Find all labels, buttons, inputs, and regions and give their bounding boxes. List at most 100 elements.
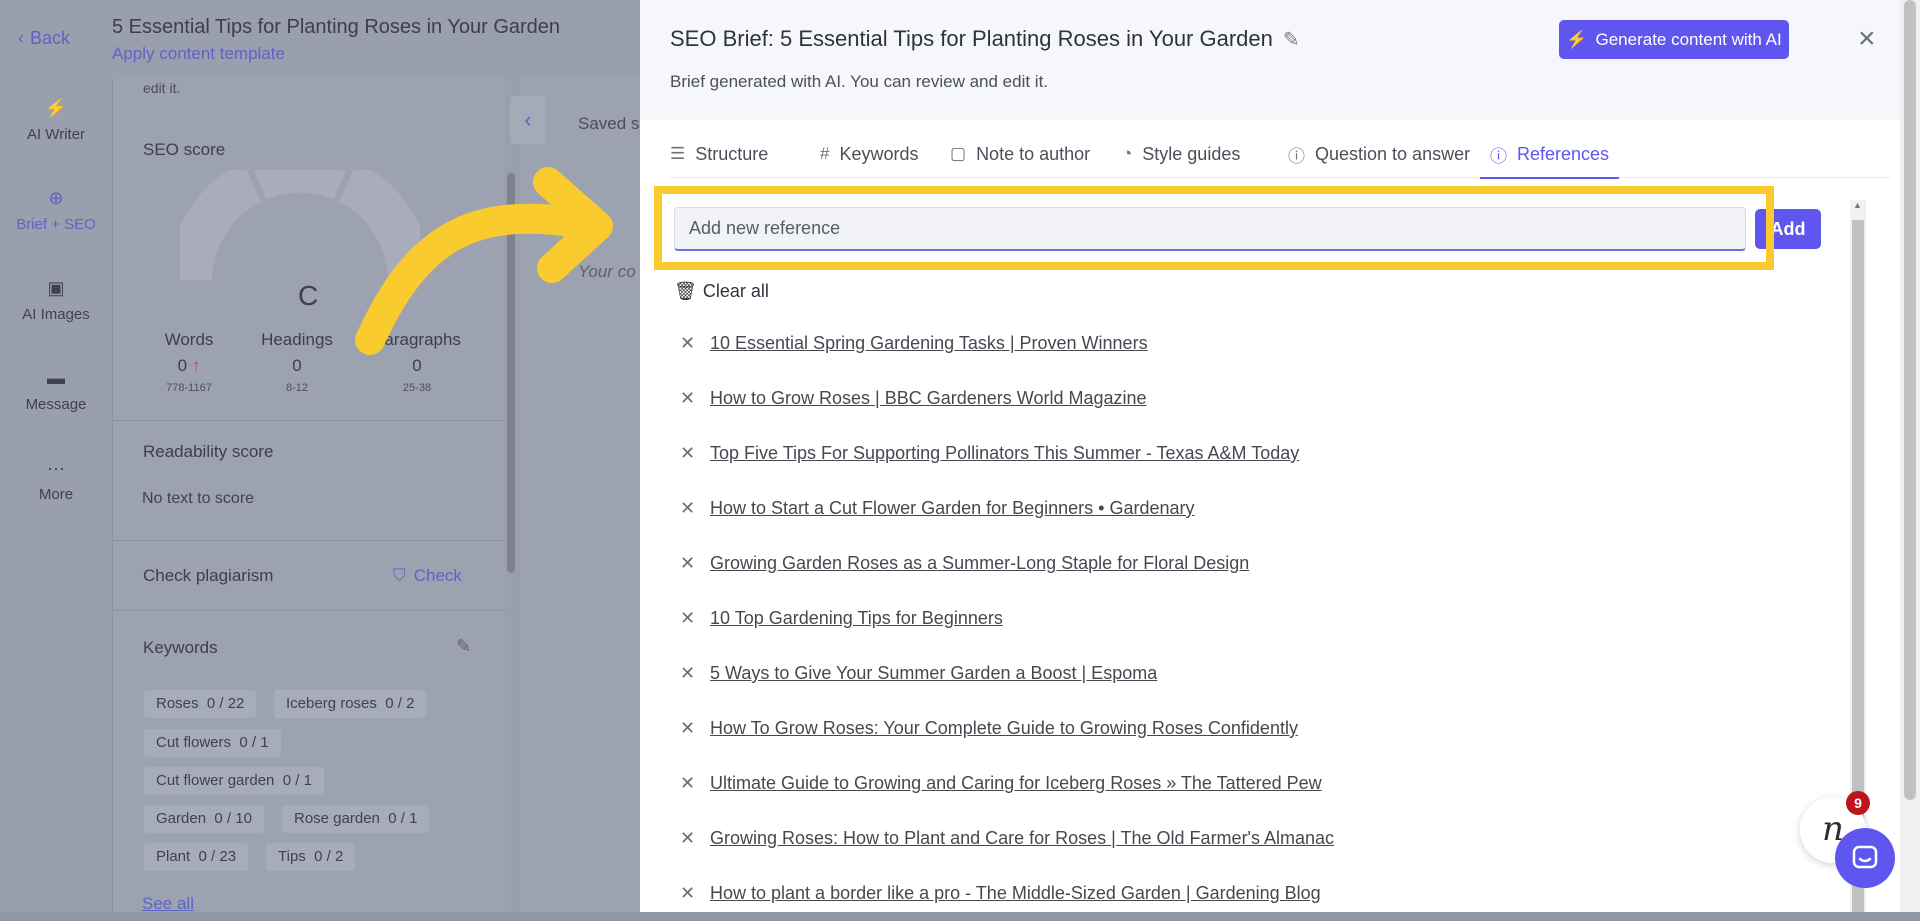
keyword-chip: Plant 0 / 23 (144, 843, 249, 871)
close-icon[interactable]: × (1858, 24, 1876, 54)
check-label: Check (413, 566, 462, 585)
tab-keywords[interactable]: # Keywords (820, 130, 919, 178)
rail-item-ai-images[interactable]: ▣ AI Images (0, 278, 112, 323)
stat-label: Words (164, 330, 214, 349)
keyword-chip: Tips 0 / 2 (266, 843, 356, 871)
scroll-thumb[interactable] (507, 173, 515, 573)
clear-all-button[interactable]: 🗑 Clear all (674, 281, 769, 302)
saved-status: Saved s (578, 114, 640, 133)
more-icon: ··· (47, 458, 65, 478)
remove-icon[interactable]: ✕ (680, 608, 695, 629)
list-item: ✕ 10 Essential Spring Gardening Tasks | P… (680, 316, 1780, 371)
see-all-link[interactable]: See all (142, 894, 194, 914)
back-button[interactable]: ‹ Back (18, 28, 70, 49)
remove-icon[interactable]: ✕ (680, 388, 695, 409)
readability-title: Readability score (143, 442, 274, 461)
reference-link[interactable]: How to Start a Cut Flower Garden for Beg… (710, 498, 1195, 519)
readability-text: No text to score (142, 490, 255, 507)
reference-link[interactable]: How To Grow Roses: Your Complete Guide t… (710, 718, 1298, 739)
keyword-chip: Garden 0 / 10 (144, 805, 264, 833)
reference-link[interactable]: Ultimate Guide to Growing and Caring for… (710, 773, 1322, 794)
remove-icon[interactable]: ✕ (680, 443, 695, 464)
divider (112, 420, 512, 421)
list-item: ✕ Ultimate Guide to Growing and Caring fo… (680, 756, 1780, 811)
keywords-title: Keywords (143, 638, 218, 657)
reference-link[interactable]: 10 Top Gardening Tips for Beginners (710, 608, 1003, 629)
rail-item-brief-seo[interactable]: ⊕ Brief + SEO (0, 188, 112, 233)
highlight-box (654, 186, 1774, 270)
drawer-header: SEO Brief: 5 Essential Tips for Planting… (640, 0, 1920, 120)
list-item: ✕ 10 Top Gardening Tips for Beginners (680, 591, 1780, 646)
reference-link[interactable]: Growing Garden Roses as a Summer-Long St… (710, 553, 1249, 574)
check-plagiarism-button[interactable]: ⛉ Check (393, 566, 462, 586)
remove-icon[interactable]: ✕ (680, 718, 695, 739)
remove-icon[interactable]: ✕ (680, 883, 695, 904)
stat-value: 0 (412, 356, 422, 375)
tab-note-to-author[interactable]: ▢ Note to author (950, 130, 1090, 178)
list-item: ✕ How to plant a border like a pro - The … (680, 866, 1780, 921)
keyword-chip: Rose garden 0 / 1 (282, 805, 430, 833)
stat-paragraphs: Paragraphs 0 25-38 (362, 330, 472, 394)
stat-headings: Headings 0 8-12 (242, 330, 352, 394)
trash-icon: 🗑 (674, 281, 697, 301)
panel-scrollbar[interactable] (505, 78, 517, 912)
list-item: ✕ How to Start a Cut Flower Garden for Be… (680, 481, 1780, 536)
seo-grade: C (298, 280, 319, 311)
remove-icon[interactable]: ✕ (680, 553, 695, 574)
keyword-chip: Cut flowers 0 / 1 (144, 729, 281, 757)
bolt-icon: ⚡ (1566, 29, 1588, 49)
reference-link[interactable]: 10 Essential Spring Gardening Tasks | Pr… (710, 333, 1148, 354)
remove-icon[interactable]: ✕ (680, 498, 695, 519)
hash-icon: # (820, 144, 830, 163)
info-icon: ⓘ (1490, 146, 1507, 166)
divider (112, 610, 512, 611)
rail-item-message[interactable]: ▬ Message (0, 368, 112, 413)
tab-structure[interactable]: ☰ Structure (670, 130, 768, 178)
stat-range: 8-12 (285, 382, 309, 394)
chat-launcher-button[interactable] (1835, 828, 1895, 888)
remove-icon[interactable]: ✕ (680, 333, 695, 354)
editor-area (520, 78, 640, 912)
reference-link[interactable]: How to plant a border like a pro - The M… (710, 883, 1321, 904)
stat-label: Paragraphs (373, 330, 461, 349)
tab-style-guides[interactable]: ◔ Style guides (1122, 130, 1240, 178)
scroll-thumb[interactable] (1904, 0, 1916, 800)
page-scrollbar[interactable] (1900, 0, 1920, 912)
generate-content-button[interactable]: ⚡ Generate content with AI (1559, 20, 1789, 59)
shield-icon: ⛉ (393, 566, 406, 585)
reference-link[interactable]: 5 Ways to Give Your Summer Garden a Boos… (710, 663, 1157, 684)
scroll-up-icon[interactable]: ▲ (1853, 200, 1862, 210)
rail-item-more[interactable]: ··· More (0, 458, 112, 503)
tab-question-to-answer[interactable]: ⓘ Question to answer (1288, 130, 1470, 178)
stat-label: Headings (261, 330, 333, 349)
collapse-panel-button[interactable]: ‹ (510, 96, 546, 144)
notification-count-badge: 9 (1846, 791, 1870, 815)
palette-icon: ◔ (1122, 144, 1133, 163)
remove-icon[interactable]: ✕ (680, 663, 695, 684)
seo-gauge (180, 170, 420, 281)
keyword-chip: Iceberg roses 0 / 2 (274, 690, 427, 718)
remove-icon[interactable]: ✕ (680, 828, 695, 849)
reference-link[interactable]: Growing Roses: How to Plant and Care for… (710, 828, 1334, 849)
chevron-left-icon: ‹ (18, 28, 24, 48)
reference-link[interactable]: Top Five Tips For Supporting Pollinators… (710, 443, 1299, 464)
tab-references[interactable]: ⓘ References (1479, 130, 1620, 179)
drawer-subtitle: Brief generated with AI. You can review … (670, 72, 1049, 91)
drawer-title-text: SEO Brief: 5 Essential Tips for Planting… (670, 26, 1273, 51)
reference-list: ✕ 10 Essential Spring Gardening Tasks | P… (680, 316, 1780, 921)
rail-label: AI Writer (26, 126, 86, 143)
bolt-icon: ⚡ (44, 98, 68, 118)
stat-range: 778-1167 (166, 382, 212, 394)
editor-placeholder: Your co (578, 262, 636, 281)
rail-item-ai-writer[interactable]: ⚡ AI Writer (0, 98, 112, 143)
list-item: ✕ Growing Roses: How to Plant and Care fo… (680, 811, 1780, 866)
edit-title-icon[interactable]: ✎ (1283, 27, 1300, 52)
list-icon: ☰ (670, 144, 686, 163)
back-label: Back (30, 28, 71, 48)
brief-tabs: ☰ Structure # Keywords ▢ Note to author … (670, 130, 1890, 179)
edit-keywords-icon[interactable]: ✎ (456, 636, 471, 657)
reference-link[interactable]: How to Grow Roses | BBC Gardeners World … (710, 388, 1147, 409)
apply-template-link[interactable]: Apply content template (112, 44, 285, 64)
clear-all-label: Clear all (702, 281, 769, 301)
remove-icon[interactable]: ✕ (680, 773, 695, 794)
